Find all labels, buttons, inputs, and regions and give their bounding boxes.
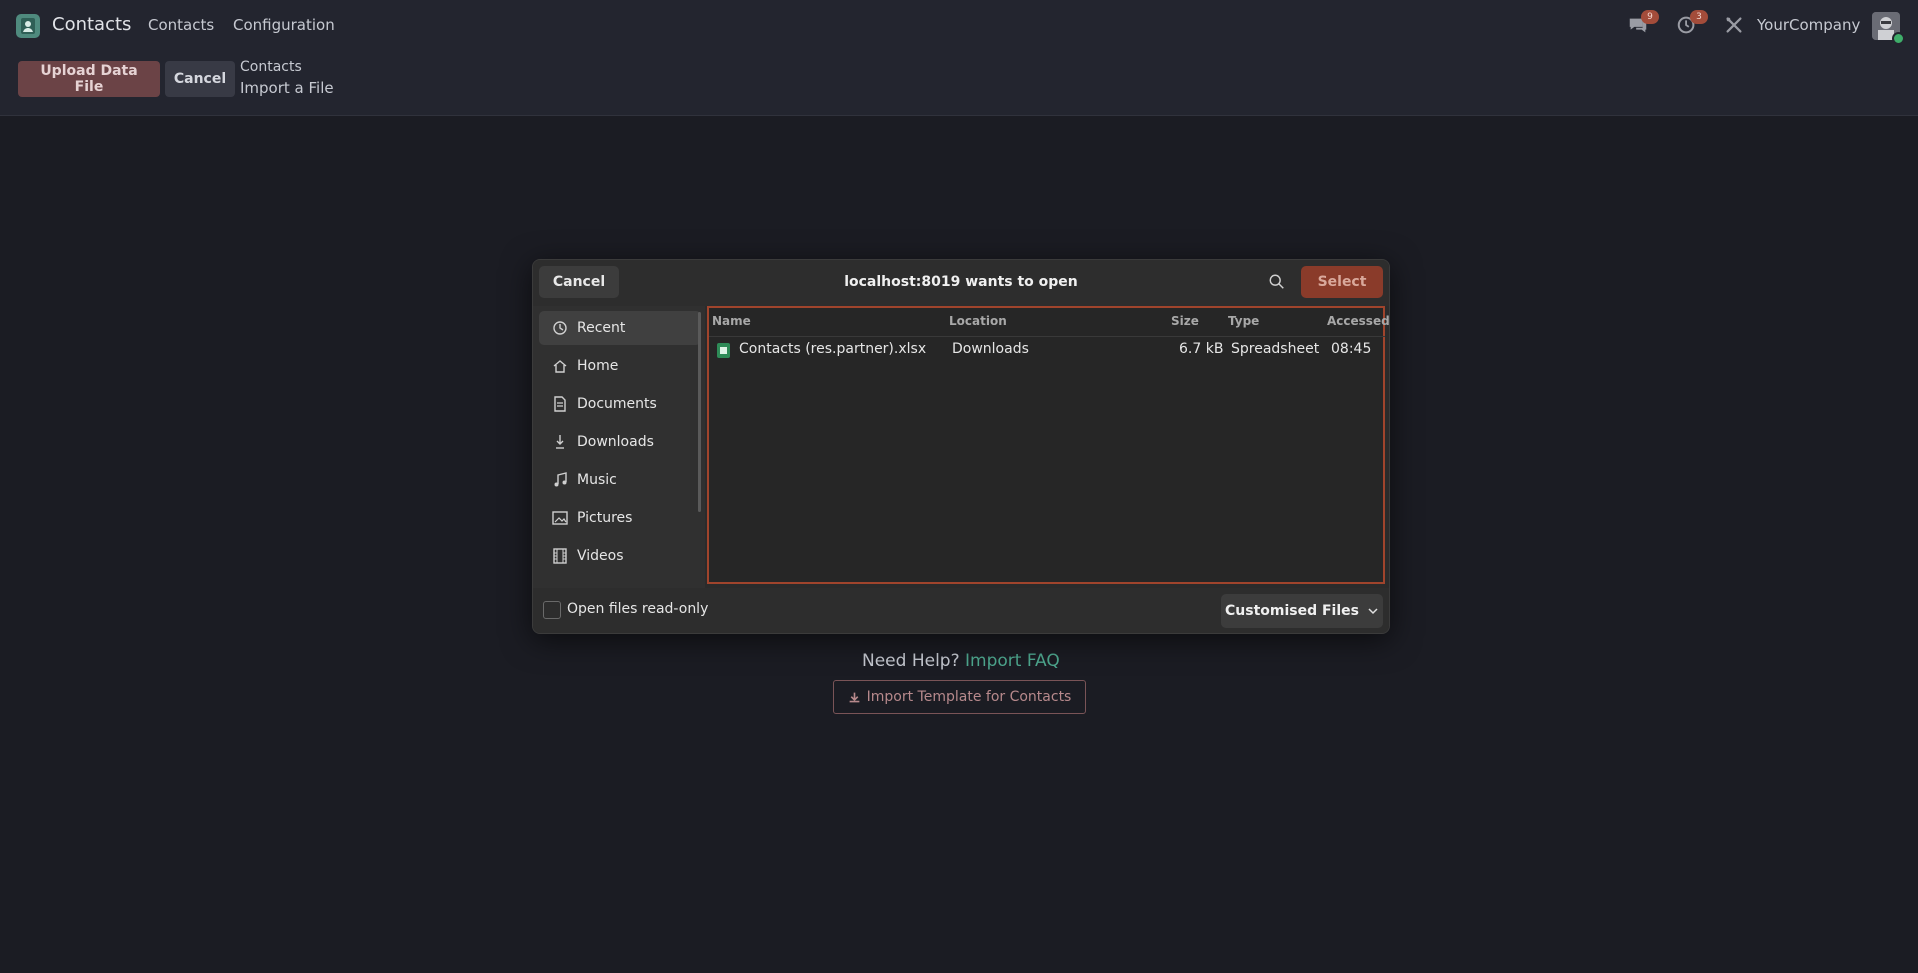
import-template-button[interactable]: Import Template for Contacts <box>833 680 1086 714</box>
file-type: Spreadsheet <box>1231 341 1320 357</box>
sidebar-label: Videos <box>577 548 624 564</box>
upload-data-file-button[interactable]: Upload Data File <box>18 61 160 97</box>
music-note-icon <box>551 471 569 489</box>
column-header-size[interactable]: Size <box>1171 314 1199 328</box>
company-switcher[interactable]: YourCompany <box>1757 16 1860 34</box>
download-icon <box>551 433 569 451</box>
top-navbar: Contacts Contacts Configuration 9 3 Your… <box>0 0 1918 52</box>
read-only-label[interactable]: Open files read-only <box>567 601 708 617</box>
sidebar-label: Documents <box>577 396 657 412</box>
help-section: Need Help? Import FAQ <box>862 651 1060 671</box>
column-header-name[interactable]: Name <box>712 314 751 328</box>
sidebar-label: Home <box>577 358 619 374</box>
help-prefix: Need Help? <box>862 651 960 671</box>
sidebar-scrollbar[interactable] <box>698 312 701 512</box>
menu-configuration[interactable]: Configuration <box>233 16 335 34</box>
read-only-checkbox[interactable] <box>543 601 561 619</box>
breadcrumb-current: Import a File <box>240 79 334 97</box>
history-icon <box>551 319 569 337</box>
chevron-down-icon <box>1368 608 1378 615</box>
sidebar-label: Downloads <box>577 434 654 450</box>
file-chooser-dialog: Cancel localhost:8019 wants to open Sele… <box>532 259 1390 634</box>
spreadsheet-icon <box>717 343 730 358</box>
film-icon <box>551 547 569 565</box>
messages-button[interactable]: 9 <box>1627 10 1659 38</box>
activities-badge: 3 <box>1690 10 1708 24</box>
debug-tools-button[interactable] <box>1723 14 1747 38</box>
file-accessed: 08:45 <box>1331 341 1372 357</box>
header-divider <box>709 336 1385 337</box>
dialog-search-button[interactable] <box>1268 273 1288 293</box>
sidebar-label: Music <box>577 472 617 488</box>
sidebar-item-pictures[interactable]: Pictures <box>539 501 701 535</box>
sidebar-label: Pictures <box>577 510 633 526</box>
online-status-dot <box>1892 32 1905 45</box>
sidebar-item-videos[interactable]: Videos <box>539 539 701 573</box>
image-icon <box>551 509 569 527</box>
dialog-body: Recent Home Documents Downloads Music Pi… <box>533 306 1389 588</box>
file-filter-dropdown[interactable]: Customised Files <box>1221 594 1383 628</box>
column-header-location[interactable]: Location <box>949 314 1007 328</box>
search-icon <box>1269 274 1284 289</box>
control-panel: Upload Data File Cancel Contacts Import … <box>0 52 1918 116</box>
sidebar-item-recent[interactable]: Recent <box>539 311 701 345</box>
file-filter-label: Customised Files <box>1225 603 1359 619</box>
tools-icon <box>1726 17 1742 33</box>
import-template-label: Import Template for Contacts <box>866 689 1072 705</box>
download-icon <box>849 692 860 702</box>
activities-button[interactable]: 3 <box>1676 10 1708 38</box>
menu-contacts[interactable]: Contacts <box>148 16 214 34</box>
import-faq-link[interactable]: Import FAQ <box>965 651 1060 671</box>
dialog-title: localhost:8019 wants to open <box>844 274 1078 290</box>
breadcrumb-contacts[interactable]: Contacts <box>240 59 302 75</box>
cancel-import-button[interactable]: Cancel <box>165 61 235 97</box>
column-header-type[interactable]: Type <box>1228 314 1259 328</box>
messages-badge: 9 <box>1641 10 1659 24</box>
dialog-header: Cancel localhost:8019 wants to open Sele… <box>533 260 1389 306</box>
file-location: Downloads <box>952 341 1029 357</box>
sidebar-item-documents[interactable]: Documents <box>539 387 701 421</box>
file-size: 6.7 kB <box>1179 341 1224 357</box>
sidebar-item-music[interactable]: Music <box>539 463 701 497</box>
sidebar-item-home[interactable]: Home <box>539 349 701 383</box>
column-header-accessed[interactable]: Accessed <box>1327 314 1389 328</box>
home-icon <box>551 357 569 375</box>
file-name: Contacts (res.partner).xlsx <box>739 341 927 357</box>
dialog-select-button[interactable]: Select <box>1301 266 1383 298</box>
app-title[interactable]: Contacts <box>52 14 131 35</box>
dialog-footer: Open files read-only Customised Files <box>533 588 1389 633</box>
sidebar-item-downloads[interactable]: Downloads <box>539 425 701 459</box>
contacts-app-icon[interactable] <box>16 14 40 38</box>
places-sidebar: Recent Home Documents Downloads Music Pi… <box>533 306 705 588</box>
file-list: Name Location Size Type Accessed Contact… <box>707 306 1389 584</box>
document-icon <box>551 395 569 413</box>
sidebar-label: Recent <box>577 320 626 336</box>
